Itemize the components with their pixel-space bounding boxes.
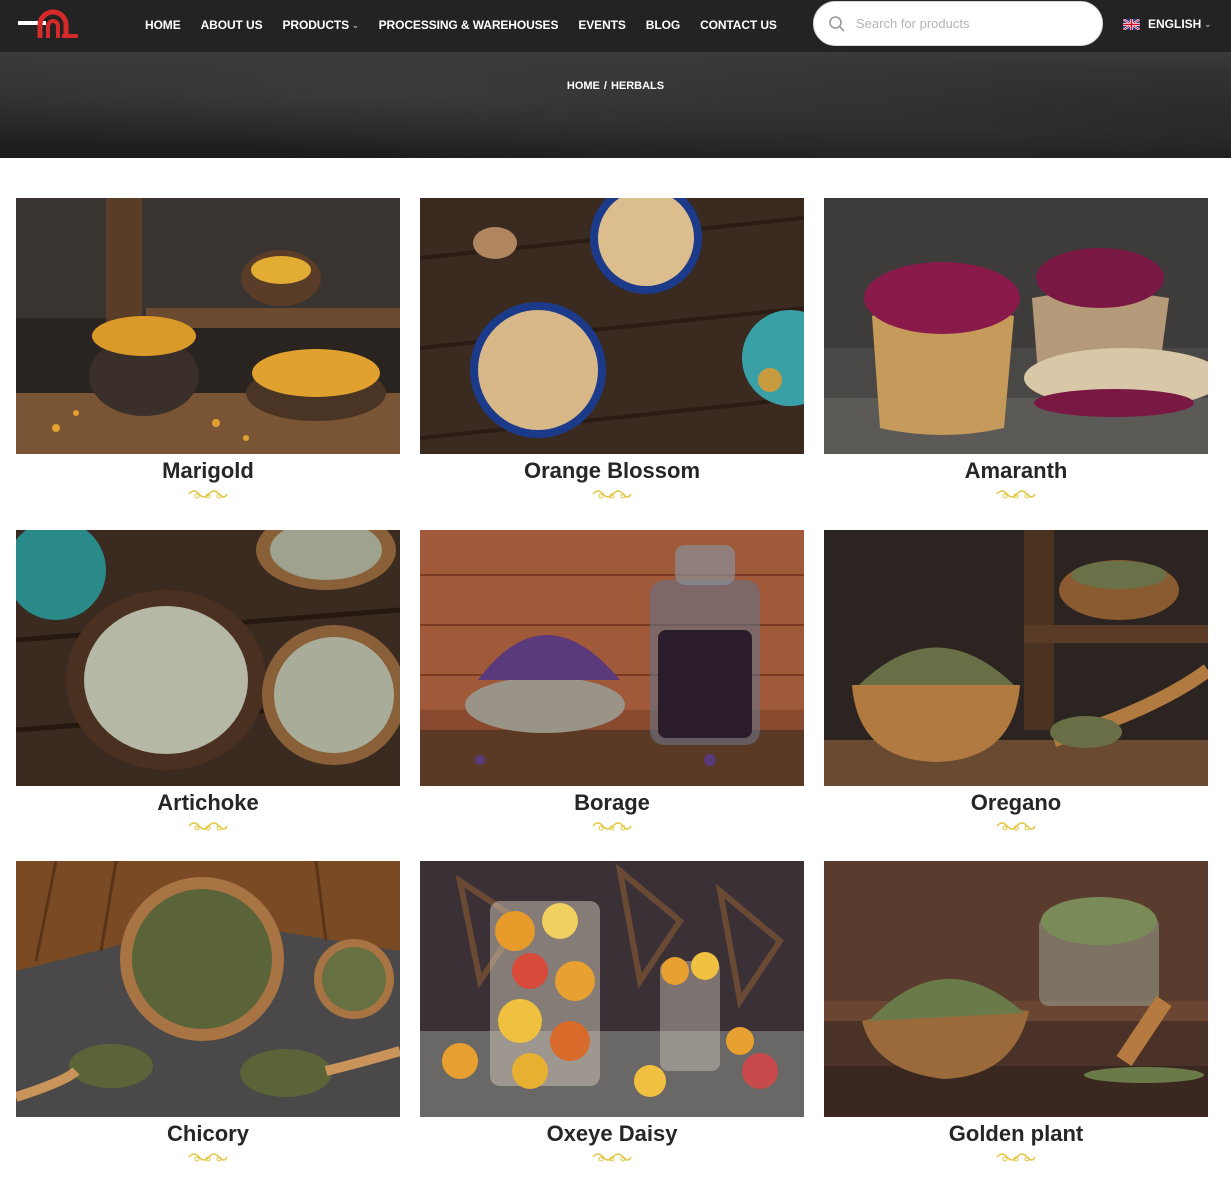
product-image-amaranth[interactable] [824, 198, 1208, 454]
product-card: Golden plant [824, 861, 1208, 1165]
product-image-orange-blossom[interactable] [420, 198, 804, 454]
product-card: Artichoke [16, 530, 400, 834]
nav-about-us[interactable]: ABOUT US [201, 18, 263, 32]
product-title[interactable]: Orange Blossom [420, 458, 804, 484]
product-image-marigold[interactable] [16, 198, 400, 454]
product-title[interactable]: Borage [420, 790, 804, 816]
product-card: Marigold [16, 198, 400, 502]
leaf-ornament-icon [996, 822, 1036, 831]
product-title[interactable]: Golden plant [824, 1121, 1208, 1147]
nav-contact-us[interactable]: CONTACT US [700, 18, 777, 32]
product-card: Orange Blossom [420, 198, 804, 502]
breadcrumb-home[interactable]: HOME [567, 80, 600, 92]
leaf-ornament-icon [592, 822, 632, 831]
product-title[interactable]: Chicory [16, 1121, 400, 1147]
chevron-down-icon: ⌄ [352, 20, 359, 30]
top-navbar: HOME ABOUT US PRODUCTS ⌄ PROCESSING & WAR… [0, 0, 1231, 52]
leaf-ornament-icon [188, 822, 228, 831]
nav-blog[interactable]: BLOG [646, 18, 680, 32]
product-image-chicory[interactable] [16, 861, 400, 1117]
product-card: Amaranth [824, 198, 1208, 502]
search-input[interactable] [854, 15, 1088, 32]
uk-flag-icon [1123, 18, 1140, 30]
product-image-artichoke[interactable] [16, 530, 400, 786]
product-title[interactable]: Marigold [16, 458, 400, 484]
nav-products[interactable]: PRODUCTS ⌄ [282, 18, 358, 32]
brand-logo-icon[interactable] [18, 8, 82, 42]
breadcrumb: HOME / HERBALS [0, 80, 1231, 92]
chevron-down-icon: ⌄ [1204, 19, 1212, 29]
product-card: Oxeye Daisy [420, 861, 804, 1165]
product-image-oxeye-daisy[interactable] [420, 861, 804, 1117]
product-title[interactable]: Oxeye Daisy [420, 1121, 804, 1147]
leaf-ornament-icon [188, 1153, 228, 1162]
leaf-ornament-icon [592, 1153, 632, 1162]
breadcrumb-current: HERBALS [610, 80, 665, 92]
breadcrumb-separator: / [603, 80, 607, 92]
leaf-ornament-icon [996, 490, 1036, 499]
nav-processing-warehouses[interactable]: PROCESSING & WAREHOUSES [379, 18, 559, 32]
product-image-golden-plant[interactable] [824, 861, 1208, 1117]
leaf-ornament-icon [996, 1153, 1036, 1162]
product-card: Oregano [824, 530, 1208, 834]
page-banner: HOME / HERBALS [0, 52, 1231, 158]
product-card: Chicory [16, 861, 400, 1165]
main-nav: HOME ABOUT US PRODUCTS ⌄ PROCESSING & WAR… [145, 0, 797, 50]
leaf-ornament-icon [592, 490, 632, 499]
product-title[interactable]: Amaranth [824, 458, 1208, 484]
search-box [813, 1, 1103, 46]
search-icon[interactable] [828, 15, 846, 33]
product-title[interactable]: Oregano [824, 790, 1208, 816]
language-selector[interactable]: ENGLISH ⌄ [1123, 17, 1211, 31]
nav-events[interactable]: EVENTS [578, 18, 626, 32]
nav-home[interactable]: HOME [145, 18, 181, 32]
product-title[interactable]: Artichoke [16, 790, 400, 816]
leaf-ornament-icon [188, 490, 228, 499]
product-card: Borage [420, 530, 804, 834]
product-image-oregano[interactable] [824, 530, 1208, 786]
language-label: ENGLISH [1148, 17, 1202, 31]
product-image-borage[interactable] [420, 530, 804, 786]
